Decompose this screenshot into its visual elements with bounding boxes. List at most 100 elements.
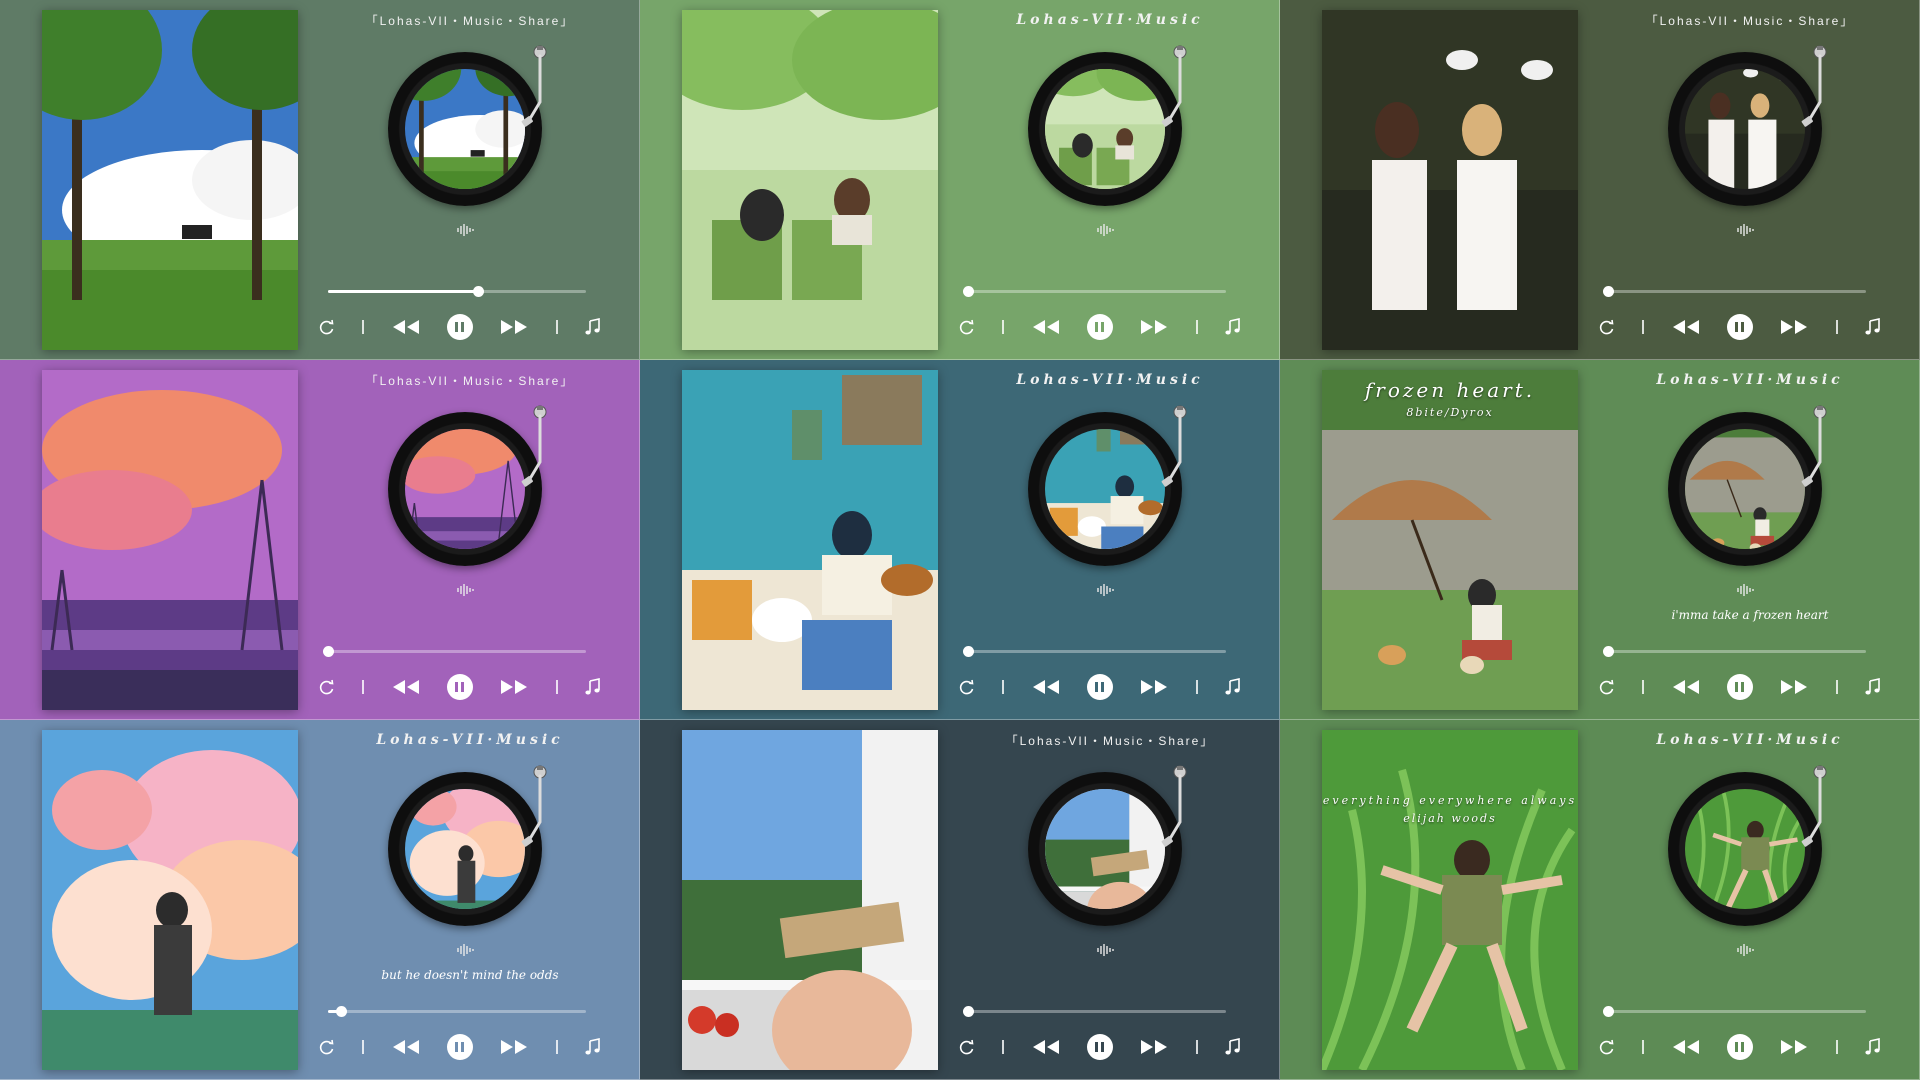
progress-knob[interactable]: [1603, 646, 1614, 657]
player-header: 「Lohas-VII・Music・Share」: [365, 14, 575, 28]
playback-controls: [318, 313, 602, 341]
vinyl-record: [388, 52, 542, 206]
progress-knob[interactable]: [323, 646, 334, 657]
repeat-icon[interactable]: [318, 678, 336, 696]
album-art: [42, 370, 298, 710]
progress-knob[interactable]: [472, 286, 484, 297]
pause-button[interactable]: [446, 674, 473, 700]
repeat-icon[interactable]: [1598, 678, 1616, 696]
music-note-icon[interactable]: [584, 678, 602, 696]
divider: [1195, 680, 1198, 694]
next-icon[interactable]: [499, 678, 529, 696]
album-art-subtitle: elijah woods: [1403, 812, 1497, 825]
progress-knob[interactable]: [335, 1006, 347, 1017]
playback-controls: [958, 313, 1242, 341]
player-header: Lohas-VII·Music: [1016, 12, 1204, 28]
previous-icon[interactable]: [1031, 318, 1061, 336]
music-note-icon[interactable]: [584, 318, 602, 336]
divider: [1835, 1040, 1838, 1054]
music-note-icon[interactable]: [1864, 1038, 1882, 1056]
album-art: [682, 730, 938, 1070]
repeat-icon[interactable]: [958, 1038, 976, 1056]
music-note-icon[interactable]: [1224, 1038, 1242, 1056]
progress-bar[interactable]: [328, 286, 586, 297]
divider: [1195, 320, 1198, 334]
tonearm-icon: [1161, 405, 1187, 487]
next-icon[interactable]: [1139, 678, 1169, 696]
pause-button[interactable]: [446, 314, 473, 340]
music-note-icon[interactable]: [1224, 678, 1242, 696]
vinyl-record: [1668, 772, 1822, 926]
divider: [362, 1040, 365, 1054]
vinyl-label-art: [1685, 789, 1805, 909]
music-note-icon[interactable]: [1864, 678, 1882, 696]
repeat-icon[interactable]: [318, 1038, 336, 1056]
vinyl-record: [1028, 52, 1182, 206]
vinyl-label-art: [1045, 429, 1165, 549]
pause-button[interactable]: [446, 1034, 473, 1060]
progress-bar[interactable]: [1603, 646, 1866, 657]
progress-bar[interactable]: [323, 646, 586, 657]
music-note-icon[interactable]: [1224, 318, 1242, 336]
repeat-icon[interactable]: [958, 318, 976, 336]
album-art: [1322, 10, 1578, 350]
vinyl-label-art: [405, 429, 525, 549]
pause-button[interactable]: [1086, 1034, 1113, 1060]
divider: [555, 1040, 558, 1054]
vinyl-record: [1668, 412, 1822, 566]
repeat-icon[interactable]: [958, 678, 976, 696]
vinyl-label-art: [1685, 429, 1805, 549]
progress-bar[interactable]: [328, 1006, 586, 1017]
playback-controls: [318, 1033, 602, 1061]
playback-controls: [958, 1033, 1242, 1061]
next-icon[interactable]: [499, 318, 529, 336]
pause-button[interactable]: [1726, 314, 1753, 340]
next-icon[interactable]: [1779, 318, 1809, 336]
pause-button[interactable]: [1726, 1034, 1753, 1060]
progress-bar[interactable]: [1603, 286, 1866, 297]
repeat-icon[interactable]: [1598, 318, 1616, 336]
music-player-card-7: Lohas-VII·Music but he doesn't mind the …: [0, 720, 640, 1080]
pause-icon: [1095, 322, 1099, 332]
progress-bar[interactable]: [963, 286, 1226, 297]
pause-button[interactable]: [1086, 314, 1113, 340]
divider: [555, 680, 558, 694]
next-icon[interactable]: [1779, 678, 1809, 696]
progress-knob[interactable]: [963, 1006, 974, 1017]
progress-knob[interactable]: [1603, 1006, 1614, 1017]
waveform-icon: [1095, 942, 1115, 958]
waveform-icon: [1095, 222, 1115, 238]
pause-button[interactable]: [1726, 674, 1753, 700]
progress-bar[interactable]: [963, 646, 1226, 657]
previous-icon[interactable]: [391, 1038, 421, 1056]
progress-knob[interactable]: [963, 646, 974, 657]
previous-icon[interactable]: [1031, 1038, 1061, 1056]
waveform-icon: [1735, 582, 1755, 598]
previous-icon[interactable]: [1671, 1038, 1701, 1056]
next-icon[interactable]: [1139, 1038, 1169, 1056]
playback-controls: [958, 673, 1242, 701]
next-icon[interactable]: [1779, 1038, 1809, 1056]
progress-knob[interactable]: [1603, 286, 1614, 297]
tonearm-icon: [1161, 45, 1187, 127]
album-art: everything everywhere always elijah woods: [1322, 730, 1578, 1070]
progress-bar[interactable]: [1603, 1006, 1866, 1017]
next-icon[interactable]: [1139, 318, 1169, 336]
previous-icon[interactable]: [1031, 678, 1061, 696]
previous-icon[interactable]: [1671, 318, 1701, 336]
progress-bar[interactable]: [963, 1006, 1226, 1017]
music-note-icon[interactable]: [584, 1038, 602, 1056]
tonearm-icon: [521, 45, 547, 127]
music-player-card-9: everything everywhere always elijah woods…: [1280, 720, 1920, 1080]
divider: [1002, 1040, 1005, 1054]
previous-icon[interactable]: [391, 678, 421, 696]
previous-icon[interactable]: [391, 318, 421, 336]
next-icon[interactable]: [499, 1038, 529, 1056]
progress-knob[interactable]: [963, 286, 974, 297]
music-note-icon[interactable]: [1864, 318, 1882, 336]
previous-icon[interactable]: [1671, 678, 1701, 696]
pause-button[interactable]: [1086, 674, 1113, 700]
tonearm-icon: [521, 405, 547, 487]
repeat-icon[interactable]: [318, 318, 336, 336]
repeat-icon[interactable]: [1598, 1038, 1616, 1056]
